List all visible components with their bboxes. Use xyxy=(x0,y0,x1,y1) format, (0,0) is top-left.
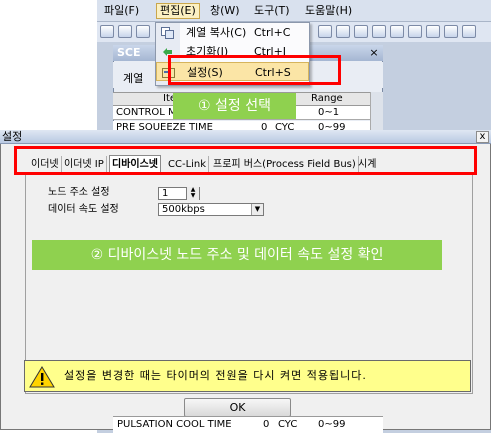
data-rate-label: 데이터 속도 설정 xyxy=(48,204,119,215)
menu-file[interactable]: 파일(F) xyxy=(101,3,142,19)
warning-text: 설정을 변경한 때는 타이머의 전원을 다시 켜면 적용됩니다. xyxy=(64,369,367,382)
dialog-title: 설정 xyxy=(2,130,23,143)
toolbar-icon[interactable] xyxy=(372,25,386,38)
toolbar-icon[interactable] xyxy=(390,25,404,38)
menu-window[interactable]: 창(W) xyxy=(207,3,243,19)
step1-callout: ① 설정 선택 xyxy=(173,93,296,119)
menu-item-shortcut: Ctrl+C xyxy=(254,26,291,39)
warning-icon xyxy=(29,366,55,388)
toolbar-icon[interactable] xyxy=(408,25,422,38)
data-rate-select[interactable]: 500kbps xyxy=(158,203,264,216)
menu-tools[interactable]: 도구(T) xyxy=(251,3,293,19)
table-row[interactable]: PULSATION COOL TIME 0 CYC 0~99 xyxy=(113,416,383,433)
toolbar-icon[interactable] xyxy=(444,25,458,38)
menu-item-label: 계열 복사(C) xyxy=(186,26,247,39)
menu-item-copy-sequence[interactable]: 계열 복사(C) Ctrl+C xyxy=(156,23,309,42)
row-range: 0~1 xyxy=(318,107,340,118)
toolbar-icon[interactable] xyxy=(426,25,440,38)
row-name: CONTROL M xyxy=(116,107,177,118)
chevron-down-icon[interactable]: ▼ xyxy=(251,204,263,215)
step2-callout: ② 디바이스넷 노드 주소 및 데이터 속도 설정 확인 xyxy=(32,240,442,270)
close-icon[interactable]: × xyxy=(368,47,380,59)
row-name: PULSATION COOL TIME xyxy=(117,419,232,430)
highlight-box-tabs xyxy=(14,146,477,175)
toolbar-icon[interactable] xyxy=(336,25,350,38)
toolbar-icon[interactable] xyxy=(100,25,114,38)
column-header-range: Range xyxy=(311,93,343,104)
highlight-box-settings xyxy=(168,55,341,85)
dialog-titlebar: 설정 xyxy=(0,130,491,144)
menu-edit[interactable]: 편집(E) xyxy=(156,3,200,19)
toolbar-icon[interactable] xyxy=(136,25,150,38)
toolbar-icon[interactable] xyxy=(118,25,132,38)
toolbar-icon[interactable] xyxy=(462,25,476,38)
node-address-label: 노드 주소 설정 xyxy=(48,187,110,198)
toolbar-icon[interactable] xyxy=(318,25,332,38)
row-range: 0~99 xyxy=(318,419,346,430)
row-value: 0 xyxy=(263,419,270,430)
row-unit: CYC xyxy=(278,419,298,430)
spinner-arrows-icon[interactable]: ▲ ▼ xyxy=(186,187,199,200)
menu-help[interactable]: 도움말(H) xyxy=(302,3,355,19)
sequence-tab[interactable]: 계열 xyxy=(123,70,143,86)
copy-icon xyxy=(161,26,174,39)
sequence-window-title: SCE xyxy=(117,46,141,59)
ok-button[interactable]: OK xyxy=(184,398,291,417)
toolbar-icon[interactable] xyxy=(354,25,368,38)
close-icon[interactable]: x xyxy=(476,131,489,143)
